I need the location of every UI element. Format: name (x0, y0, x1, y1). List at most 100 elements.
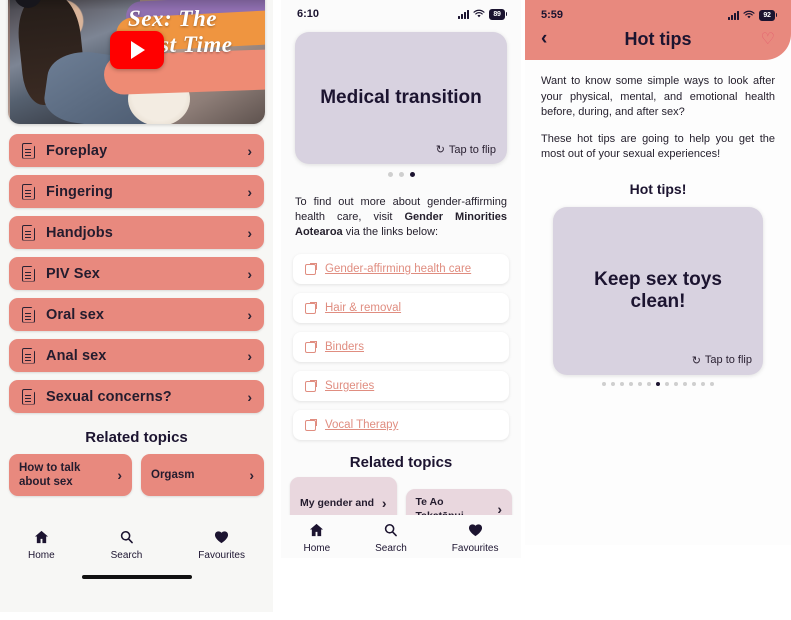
tab-label: Favourites (198, 550, 245, 561)
topic-label: Handjobs (46, 224, 113, 241)
status-icons: 92 (728, 9, 777, 21)
intro-paragraph-1: Want to know some simple ways to look af… (541, 75, 775, 118)
chevron-right-icon: › (247, 142, 252, 159)
video-overlay-bar: The First Time - The REAL Sex Talk 92 ⋮ (8, 0, 265, 10)
topic-label: Foreplay (46, 142, 108, 159)
search-icon (119, 530, 134, 547)
flip-card-title: Medical transition (320, 87, 482, 108)
chevron-right-icon: › (247, 347, 252, 364)
document-icon (22, 225, 35, 241)
phone-panel-3: 5:59 92 ‹ Hot tips ♡ Want to know some s… (525, 0, 791, 545)
status-time: 6:10 (297, 8, 320, 20)
phone-panel-1: Sex: The First Time The First Time - The… (0, 0, 273, 612)
carousel-dot[interactable] (620, 381, 624, 386)
chevron-right-icon: › (247, 388, 252, 405)
battery-icon: 89 (489, 8, 507, 20)
phone-panel-2: 6:10 89 Medical transition ↻ Tap to flip (281, 0, 521, 558)
link-binders[interactable]: Binders (293, 332, 509, 362)
heart-filled-icon (468, 523, 483, 540)
link-vocal-therapy[interactable]: Vocal Therapy (293, 410, 509, 440)
status-time: 5:59 (541, 9, 564, 21)
related-chip-label: Orgasm (151, 469, 195, 481)
document-icon (22, 307, 35, 323)
flip-card-hot-tip[interactable]: Keep sex toys clean! ↻ Tap to flip (553, 206, 763, 375)
chevron-right-icon: › (497, 501, 502, 517)
screenshot-stage: Sex: The First Time The First Time - The… (0, 0, 791, 620)
heart-outline-icon[interactable]: ♡ (751, 29, 775, 49)
link-label: Hair & removal (325, 302, 402, 314)
carousel-dot[interactable] (701, 381, 705, 386)
carousel-dot[interactable] (629, 381, 633, 386)
document-icon (22, 143, 35, 159)
topic-row-sexual-concerns[interactable]: Sexual concerns? › (9, 380, 264, 413)
tab-favourites[interactable]: Favourites (452, 523, 498, 554)
tab-label: Home (303, 543, 331, 554)
tab-label: Home (27, 550, 55, 561)
external-link-icon (305, 301, 317, 314)
bottom-tab-bar: Home Search Favourites (0, 522, 273, 561)
carousel-dot[interactable] (611, 381, 615, 386)
battery-icon: 92 (759, 9, 777, 21)
topic-row-foreplay[interactable]: Foreplay › (9, 134, 264, 167)
video-title-text: The First Time - The REAL Sex Talk (48, 0, 186, 1)
external-link-icon (305, 418, 317, 431)
flip-card-medical-transition[interactable]: Medical transition ↻ Tap to flip (295, 32, 507, 164)
topic-label: Oral sex (46, 306, 105, 323)
carousel-dot[interactable] (387, 172, 393, 177)
link-gender-affirming-health-care[interactable]: Gender-affirming health care (293, 254, 509, 284)
carousel-dot[interactable] (638, 381, 642, 386)
chevron-right-icon: › (247, 306, 252, 323)
tab-favourites[interactable]: Favourites (198, 530, 245, 561)
tap-to-flip-hint[interactable]: ↻ Tap to flip (436, 143, 496, 157)
link-surgeries[interactable]: Surgeries (293, 371, 509, 401)
tap-to-flip-hint[interactable]: ↻ Tap to flip (692, 354, 752, 367)
topic-row-fingering[interactable]: Fingering › (9, 175, 264, 208)
link-label: Gender-affirming health care (325, 263, 472, 275)
carousel-dot[interactable] (647, 381, 651, 386)
wifi-icon (473, 9, 485, 18)
chevron-right-icon: › (247, 183, 252, 200)
topic-row-handjobs[interactable]: Handjobs › (9, 216, 264, 249)
video-player-card[interactable]: Sex: The First Time The First Time - The… (8, 0, 265, 124)
document-icon (22, 266, 35, 282)
link-label: Vocal Therapy (325, 419, 399, 431)
home-indicator (81, 575, 192, 579)
intro-text: Want to know some simple ways to look af… (525, 60, 791, 163)
body-text-part2: via the links below: (342, 226, 439, 238)
external-link-icon (305, 262, 317, 275)
tab-search[interactable]: Search (375, 523, 407, 554)
chevron-right-icon: › (117, 467, 122, 483)
tab-home[interactable]: Home (303, 523, 330, 554)
status-icons: 89 (458, 8, 507, 20)
carousel-dot[interactable] (602, 381, 606, 386)
carousel-dot[interactable] (692, 381, 696, 386)
topic-row-oral-sex[interactable]: Oral sex › (9, 298, 264, 331)
topic-row-piv-sex[interactable]: PIV Sex › (9, 257, 264, 290)
carousel-dots[interactable] (525, 381, 791, 386)
carousel-dot-active[interactable] (409, 172, 415, 177)
heart-filled-icon (214, 530, 229, 547)
tab-search[interactable]: Search (111, 530, 142, 561)
home-icon (309, 523, 324, 540)
status-bar: 5:59 92 (525, 0, 791, 24)
carousel-dot[interactable] (665, 381, 669, 386)
related-chip-orgasm[interactable]: Orgasm › (141, 454, 264, 496)
carousel-dot[interactable] (710, 381, 714, 386)
tab-home[interactable]: Home (28, 530, 55, 561)
carousel-dot[interactable] (683, 381, 687, 386)
topic-row-anal-sex[interactable]: Anal sex › (9, 339, 264, 372)
chevron-left-icon[interactable]: ‹ (541, 28, 565, 50)
youtube-play-icon[interactable] (109, 31, 164, 69)
carousel-dot-active[interactable] (656, 381, 660, 386)
carousel-dot[interactable] (674, 381, 678, 386)
flip-card-title: Keep sex toys clean! (594, 268, 722, 312)
link-hair-and-removal[interactable]: Hair & removal (293, 293, 509, 323)
intro-paragraph-2: These hot tips are going to help you get… (541, 132, 775, 161)
link-label: Binders (325, 341, 364, 353)
play-triangle (131, 41, 145, 59)
carousel-dot[interactable] (398, 172, 404, 177)
external-link-icon (305, 340, 317, 353)
topic-label: Sexual concerns? (46, 388, 172, 405)
battery-level: 92 (759, 9, 775, 21)
related-chip-how-to-talk-about-sex[interactable]: How to talk about sex › (9, 454, 132, 496)
